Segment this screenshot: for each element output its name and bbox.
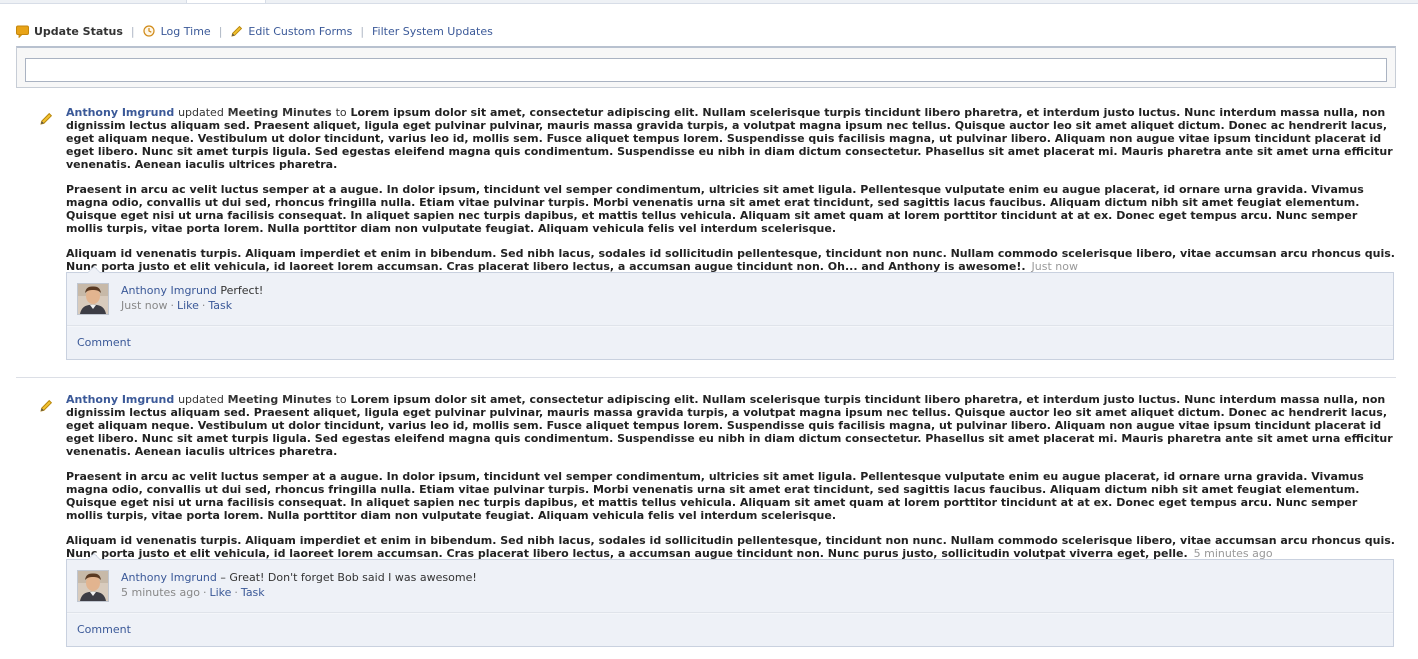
story-connector: to: [335, 393, 347, 406]
pencil-icon: [230, 25, 243, 38]
speech-bubble-icon: [16, 25, 29, 38]
task-link[interactable]: Task: [241, 586, 265, 599]
comment-text: – Great! Don't forget Bob said I was awe…: [220, 571, 477, 584]
story-paragraph: Praesent in arcu ac velit luctus semper …: [66, 183, 1364, 235]
comment-button[interactable]: Comment: [67, 326, 1393, 359]
story-paragraph: Anthony Imgrund updated Meeting Minutes …: [66, 106, 1396, 171]
tab-separator: |: [360, 24, 365, 38]
tab-edit-custom-forms[interactable]: Edit Custom Forms: [230, 25, 352, 38]
comment-item: Anthony Imgrund – Great! Don't forget Bo…: [67, 560, 1393, 613]
pencil-icon: [40, 110, 53, 125]
tab-separator: |: [218, 24, 223, 38]
tab-filter-system-updates[interactable]: Filter System Updates: [372, 25, 493, 38]
comment-author-link[interactable]: Anthony Imgrund: [121, 284, 217, 297]
comment-item: Anthony Imgrund Perfect! Just now · Like · T…: [67, 273, 1393, 326]
feed-divider: [16, 377, 1396, 378]
comment-body: Anthony Imgrund Perfect! Just now · Like · T…: [121, 283, 263, 313]
story-text: Aliquam id venenatis turpis. Aliquam imp…: [66, 247, 1395, 273]
task-link[interactable]: Task: [208, 299, 232, 312]
comment-author-link[interactable]: Anthony Imgrund: [121, 571, 217, 584]
pencil-icon: [40, 397, 53, 412]
story-connector: to: [335, 106, 347, 119]
tab-log-time[interactable]: Log Time: [143, 25, 211, 38]
comment-body: Anthony Imgrund – Great! Don't forget Bo…: [121, 570, 477, 600]
comment-time: 5 minutes ago: [121, 586, 200, 599]
actor-link[interactable]: Anthony Imgrund: [66, 393, 174, 406]
comment-text: Perfect!: [220, 284, 264, 297]
status-input[interactable]: [25, 58, 1387, 82]
tab-edit-custom-forms-label: Edit Custom Forms: [248, 24, 353, 38]
avatar[interactable]: [77, 570, 109, 602]
active-top-tab[interactable]: [186, 0, 266, 3]
tab-log-time-label: Log Time: [160, 24, 211, 38]
story-target: Meeting Minutes: [227, 393, 332, 406]
status-composer: [16, 46, 1396, 88]
comments-box: Anthony Imgrund – Great! Don't forget Bo…: [66, 553, 1394, 647]
dot-separator: ·: [170, 299, 174, 312]
comment-button[interactable]: Comment: [67, 613, 1393, 646]
story-paragraph: Aliquam id venenatis turpis. Aliquam imp…: [66, 247, 1396, 273]
tab-separator: |: [130, 24, 135, 38]
avatar[interactable]: [77, 283, 109, 315]
actor-link[interactable]: Anthony Imgrund: [66, 106, 174, 119]
story-verb: updated: [178, 106, 224, 119]
clock-icon: [143, 25, 156, 38]
story-paragraph: Aliquam id venenatis turpis. Aliquam imp…: [66, 534, 1396, 560]
like-link[interactable]: Like: [209, 586, 231, 599]
composer-tabs: Update Status | Log Time | Edit Custom F…: [16, 23, 493, 39]
tab-update-status-label: Update Status: [34, 24, 123, 38]
tab-filter-system-updates-label: Filter System Updates: [372, 24, 493, 38]
tab-update-status[interactable]: Update Status: [16, 25, 123, 38]
dot-separator: ·: [201, 299, 206, 312]
story-body: Anthony Imgrund updated Meeting Minutes …: [66, 393, 1396, 560]
story-target: Meeting Minutes: [227, 106, 332, 119]
story-paragraph: Praesent in arcu ac velit luctus semper …: [66, 470, 1364, 522]
dot-separator: ·: [202, 586, 207, 599]
story-paragraph: Anthony Imgrund updated Meeting Minutes …: [66, 393, 1396, 458]
story-body: Anthony Imgrund updated Meeting Minutes …: [66, 106, 1396, 273]
dot-separator: ·: [234, 586, 238, 599]
story-verb: updated: [178, 393, 224, 406]
comments-box: Anthony Imgrund Perfect! Just now · Like · T…: [66, 266, 1394, 360]
like-link[interactable]: Like: [177, 299, 199, 312]
comment-time: Just now: [121, 299, 168, 312]
